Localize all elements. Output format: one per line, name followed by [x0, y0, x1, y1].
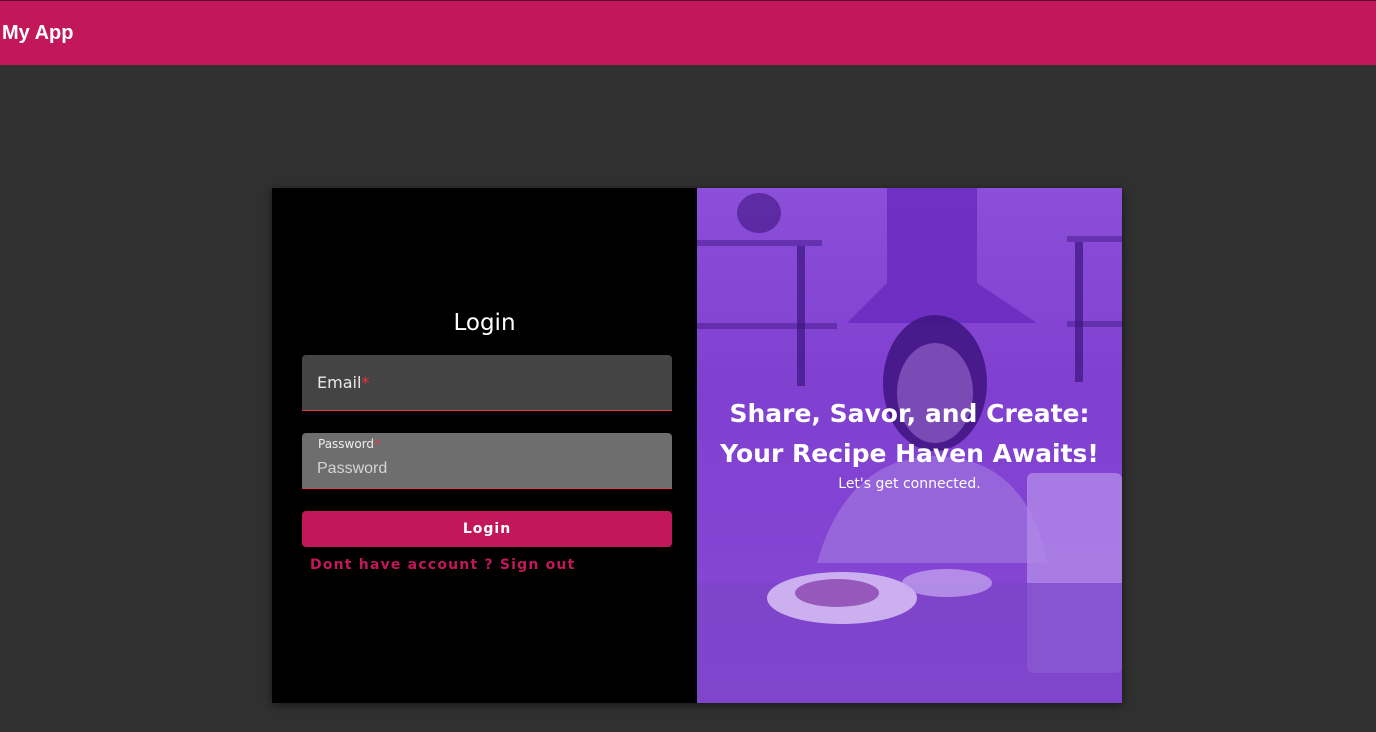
hero-panel: Share, Savor, and Create: Your Recipe Ha… — [697, 188, 1122, 703]
login-card: Login Email* Password* Login Dont have a… — [272, 188, 1122, 703]
password-field[interactable]: Password* — [302, 433, 672, 489]
login-panel: Login Email* Password* Login Dont have a… — [272, 188, 697, 703]
password-input[interactable] — [317, 457, 657, 481]
login-heading: Login — [453, 310, 516, 336]
top-toolbar: My App — [0, 0, 1376, 65]
hero-title: Share, Savor, and Create: Your Recipe Ha… — [720, 399, 1099, 468]
hero-subtitle: Let's get connected. — [838, 476, 981, 492]
app-title: My App — [2, 21, 74, 44]
login-button[interactable]: Login — [302, 511, 672, 547]
email-input[interactable] — [317, 379, 657, 403]
signup-link[interactable]: Dont have account ? Sign out — [310, 557, 575, 573]
password-label: Password* — [318, 437, 381, 451]
email-field[interactable]: Email* — [302, 355, 672, 411]
password-required-mark: * — [374, 437, 381, 451]
